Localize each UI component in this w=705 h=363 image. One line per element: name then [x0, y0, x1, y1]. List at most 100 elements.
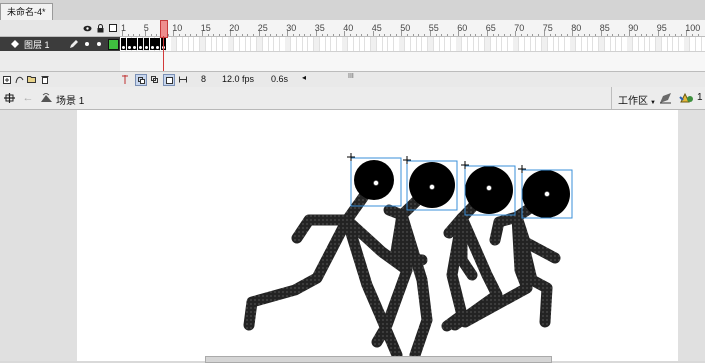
layer-header	[0, 20, 120, 37]
ruler-number: 30	[286, 23, 297, 33]
frames-row[interactable]	[120, 37, 705, 52]
ruler-tick	[332, 34, 334, 36]
edit-multiple-frames-icon[interactable]	[163, 74, 175, 86]
ruler-tick	[361, 34, 363, 36]
new-folder-icon[interactable]	[26, 74, 36, 84]
ruler-tick	[241, 34, 243, 36]
ruler-tick	[549, 34, 551, 36]
keyframe[interactable]	[149, 38, 155, 50]
playhead[interactable]	[160, 20, 168, 38]
ruler-tick	[207, 34, 209, 36]
keyframe[interactable]	[121, 38, 126, 50]
ruler-tick	[213, 34, 215, 36]
ruler-tick	[407, 34, 408, 36]
current-frame[interactable]: 8	[201, 74, 206, 84]
ruler-tick	[424, 34, 426, 36]
keyframe[interactable]	[132, 38, 138, 50]
ruler-number: 80	[571, 23, 582, 33]
onion-skin-icon[interactable]	[135, 74, 147, 86]
ruler-tick	[310, 34, 312, 36]
new-layer-icon[interactable]	[2, 74, 12, 84]
ruler-tick	[692, 34, 693, 36]
ruler-tick	[435, 34, 437, 36]
ruler-number: 20	[229, 23, 240, 33]
ruler-tick	[179, 34, 180, 36]
timeline-toggle-icon[interactable]	[2, 91, 16, 105]
ruler-tick	[196, 34, 198, 36]
ruler-tick	[560, 34, 562, 36]
ruler-tick	[395, 34, 397, 36]
center-frame-icon[interactable]	[120, 74, 130, 84]
document-tab[interactable]: 未命名-4*	[0, 3, 53, 20]
ruler-tick	[640, 34, 642, 36]
keyframe-dot	[150, 46, 154, 49]
ruler-tick	[617, 34, 619, 36]
scene-label[interactable]: 场景 1	[56, 92, 84, 107]
keyframe[interactable]	[126, 38, 132, 50]
motion-guide-icon[interactable]	[14, 74, 24, 84]
lock-dot[interactable]	[97, 42, 101, 46]
ruler-tick	[298, 34, 300, 36]
ruler-tick	[367, 34, 369, 36]
timeline-status-bar: 8 12.0 fps 0.6s ◂ III	[0, 71, 705, 88]
edit-symbols-icon[interactable]	[678, 91, 694, 105]
layer-name[interactable]: 图层 1	[24, 38, 50, 51]
ruler-tick	[595, 34, 597, 36]
ruler-tick	[475, 34, 477, 36]
ruler-number: 1	[121, 23, 127, 33]
ruler-tick	[623, 34, 625, 36]
lock-icon[interactable]	[95, 23, 105, 33]
ruler-tick	[606, 34, 608, 36]
document-tab-title: 未命名-4*	[7, 7, 46, 17]
ruler-tick	[652, 34, 654, 36]
ruler-number: 100	[685, 23, 701, 33]
pencil-icon	[68, 39, 78, 49]
layer-color-swatch[interactable]	[108, 39, 119, 50]
keyframe[interactable]	[138, 38, 144, 50]
ruler-tick	[526, 34, 528, 36]
keyframe-dot	[127, 46, 131, 49]
ruler-tick	[247, 34, 249, 36]
ruler-tick	[555, 34, 557, 36]
onion-outline-icon[interactable]	[149, 74, 159, 84]
stage[interactable]	[77, 110, 678, 361]
ruler-tick	[270, 34, 272, 36]
workspace-dropdown[interactable]: 工作区 ▼	[618, 92, 656, 107]
ruler-tick	[418, 34, 420, 36]
ruler-tick	[281, 34, 283, 36]
eye-icon[interactable]	[82, 23, 92, 33]
scroll-thumb[interactable]: III	[348, 73, 354, 80]
back-arrow-icon[interactable]: ←	[22, 91, 34, 105]
stage-horizontal-scrollbar[interactable]	[205, 356, 552, 363]
ruler-tick	[663, 34, 665, 36]
ruler-tick	[492, 34, 494, 36]
zoom-label-partial[interactable]: 1	[697, 92, 703, 103]
ruler-tick	[338, 34, 340, 36]
ruler-tick	[275, 34, 277, 36]
keyframe[interactable]	[143, 38, 149, 50]
ruler-tick	[441, 34, 443, 36]
ruler-number: 5	[143, 23, 149, 33]
ruler-tick	[589, 34, 591, 36]
delete-icon[interactable]	[40, 74, 50, 84]
outline-icon[interactable]	[108, 23, 118, 33]
visibility-dot[interactable]	[85, 42, 89, 46]
frame-rate[interactable]: 12.0 fps	[222, 74, 254, 84]
ruler-tick	[697, 34, 699, 36]
ruler-tick	[532, 34, 534, 36]
frame-cell[interactable]	[696, 37, 702, 51]
ruler-tick	[521, 34, 522, 36]
ruler-number: 50	[400, 23, 411, 33]
keyframe[interactable]	[155, 38, 161, 50]
ruler-number: 85	[599, 23, 610, 33]
keyframe-dot	[156, 46, 160, 49]
edit-scene-icon[interactable]	[658, 91, 672, 105]
layer-row[interactable]: 图层 1	[0, 37, 120, 51]
scroll-left-icon[interactable]: ◂	[302, 73, 306, 82]
modify-markers-icon[interactable]	[178, 74, 188, 84]
ruler-tick	[293, 34, 294, 36]
ruler-tick	[304, 34, 306, 36]
frame-ruler[interactable]: 1 5 10 15 20 25 30 35 40 45 50 55 60 65 70 75 80 85 90 95 10…	[120, 20, 705, 37]
ruler-number: 25	[257, 23, 268, 33]
ruler-tick	[446, 34, 448, 36]
